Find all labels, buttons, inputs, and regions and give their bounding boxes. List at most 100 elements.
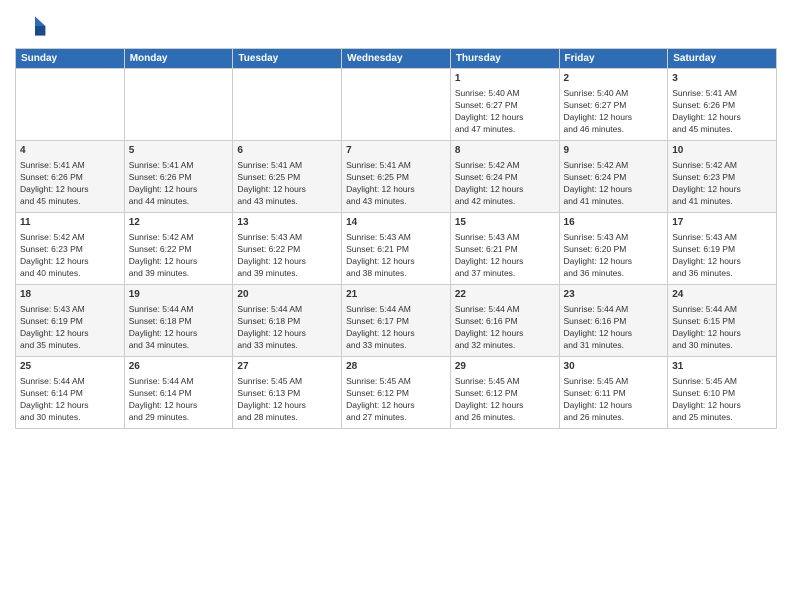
day-number: 22 bbox=[455, 288, 555, 302]
day-info: Sunrise: 5:43 AM Sunset: 6:22 PM Dayligh… bbox=[237, 232, 337, 280]
day-cell: 31 Sunrise: 5:45 AM Sunset: 6:10 PM Dayli… bbox=[668, 357, 777, 429]
day-number: 19 bbox=[129, 288, 229, 302]
day-info: Sunrise: 5:43 AM Sunset: 6:21 PM Dayligh… bbox=[455, 232, 555, 280]
day-info: Sunrise: 5:45 AM Sunset: 6:13 PM Dayligh… bbox=[237, 376, 337, 424]
day-cell: 28 Sunrise: 5:45 AM Sunset: 6:12 PM Dayli… bbox=[342, 357, 451, 429]
day-cell: 24 Sunrise: 5:44 AM Sunset: 6:15 PM Dayli… bbox=[668, 285, 777, 357]
day-cell: 4 Sunrise: 5:41 AM Sunset: 6:26 PM Daylig… bbox=[16, 141, 125, 213]
day-cell: 11Sunrise: 5:42 AM Sunset: 6:23 PM Dayli… bbox=[16, 213, 125, 285]
day-cell: 17 Sunrise: 5:43 AM Sunset: 6:19 PM Dayli… bbox=[668, 213, 777, 285]
day-header-sunday: Sunday bbox=[16, 49, 125, 69]
day-number: 14 bbox=[346, 216, 446, 230]
day-cell: 12 Sunrise: 5:42 AM Sunset: 6:22 PM Dayli… bbox=[124, 213, 233, 285]
week-row-4: 18Sunrise: 5:43 AM Sunset: 6:19 PM Dayli… bbox=[16, 285, 777, 357]
day-cell: 23Sunrise: 5:44 AM Sunset: 6:16 PM Dayli… bbox=[559, 285, 668, 357]
logo bbox=[15, 10, 51, 42]
day-info: Sunrise: 5:42 AM Sunset: 6:22 PM Dayligh… bbox=[129, 232, 229, 280]
page: SundayMondayTuesdayWednesdayThursdayFrid… bbox=[0, 0, 792, 612]
day-number: 10 bbox=[672, 144, 772, 158]
day-header-friday: Friday bbox=[559, 49, 668, 69]
day-info: Sunrise: 5:41 AM Sunset: 6:26 PM Dayligh… bbox=[129, 160, 229, 208]
day-info: Sunrise: 5:44 AM Sunset: 6:14 PM Dayligh… bbox=[20, 376, 120, 424]
day-info: Sunrise: 5:45 AM Sunset: 6:11 PM Dayligh… bbox=[564, 376, 664, 424]
day-number: 28 bbox=[346, 360, 446, 374]
day-cell bbox=[16, 69, 125, 141]
day-cell: 21Sunrise: 5:44 AM Sunset: 6:17 PM Dayli… bbox=[342, 285, 451, 357]
day-number: 29 bbox=[455, 360, 555, 374]
day-cell: 18Sunrise: 5:43 AM Sunset: 6:19 PM Dayli… bbox=[16, 285, 125, 357]
day-info: Sunrise: 5:41 AM Sunset: 6:26 PM Dayligh… bbox=[672, 88, 772, 136]
day-info: Sunrise: 5:43 AM Sunset: 6:21 PM Dayligh… bbox=[346, 232, 446, 280]
day-cell: 19 Sunrise: 5:44 AM Sunset: 6:18 PM Dayli… bbox=[124, 285, 233, 357]
day-header-saturday: Saturday bbox=[668, 49, 777, 69]
day-cell bbox=[233, 69, 342, 141]
day-info: Sunrise: 5:43 AM Sunset: 6:19 PM Dayligh… bbox=[20, 304, 120, 352]
day-header-tuesday: Tuesday bbox=[233, 49, 342, 69]
day-cell: 5 Sunrise: 5:41 AM Sunset: 6:26 PM Daylig… bbox=[124, 141, 233, 213]
day-number: 27 bbox=[237, 360, 337, 374]
day-number: 3 bbox=[672, 72, 772, 86]
week-row-2: 4 Sunrise: 5:41 AM Sunset: 6:26 PM Daylig… bbox=[16, 141, 777, 213]
logo-icon bbox=[15, 10, 47, 42]
day-cell: 6 Sunrise: 5:41 AM Sunset: 6:25 PM Daylig… bbox=[233, 141, 342, 213]
day-number: 11 bbox=[20, 216, 120, 230]
day-cell: 10Sunrise: 5:42 AM Sunset: 6:23 PM Dayli… bbox=[668, 141, 777, 213]
week-row-5: 25 Sunrise: 5:44 AM Sunset: 6:14 PM Dayli… bbox=[16, 357, 777, 429]
day-info: Sunrise: 5:42 AM Sunset: 6:24 PM Dayligh… bbox=[455, 160, 555, 208]
day-number: 26 bbox=[129, 360, 229, 374]
day-number: 24 bbox=[672, 288, 772, 302]
day-info: Sunrise: 5:45 AM Sunset: 6:12 PM Dayligh… bbox=[346, 376, 446, 424]
week-row-1: 1 Sunrise: 5:40 AM Sunset: 6:27 PM Daylig… bbox=[16, 69, 777, 141]
day-info: Sunrise: 5:45 AM Sunset: 6:10 PM Dayligh… bbox=[672, 376, 772, 424]
day-cell: 1 Sunrise: 5:40 AM Sunset: 6:27 PM Daylig… bbox=[450, 69, 559, 141]
day-cell bbox=[124, 69, 233, 141]
day-info: Sunrise: 5:41 AM Sunset: 6:26 PM Dayligh… bbox=[20, 160, 120, 208]
calendar-table: SundayMondayTuesdayWednesdayThursdayFrid… bbox=[15, 48, 777, 429]
day-cell: 15 Sunrise: 5:43 AM Sunset: 6:21 PM Dayli… bbox=[450, 213, 559, 285]
day-number: 17 bbox=[672, 216, 772, 230]
day-header-monday: Monday bbox=[124, 49, 233, 69]
day-number: 31 bbox=[672, 360, 772, 374]
day-info: Sunrise: 5:44 AM Sunset: 6:17 PM Dayligh… bbox=[346, 304, 446, 352]
day-number: 12 bbox=[129, 216, 229, 230]
day-number: 2 bbox=[564, 72, 664, 86]
day-info: Sunrise: 5:41 AM Sunset: 6:25 PM Dayligh… bbox=[237, 160, 337, 208]
header bbox=[15, 10, 777, 42]
day-cell: 7Sunrise: 5:41 AM Sunset: 6:25 PM Daylig… bbox=[342, 141, 451, 213]
day-number: 9 bbox=[564, 144, 664, 158]
day-cell: 8 Sunrise: 5:42 AM Sunset: 6:24 PM Daylig… bbox=[450, 141, 559, 213]
day-cell: 27 Sunrise: 5:45 AM Sunset: 6:13 PM Dayli… bbox=[233, 357, 342, 429]
day-info: Sunrise: 5:44 AM Sunset: 6:18 PM Dayligh… bbox=[129, 304, 229, 352]
day-info: Sunrise: 5:44 AM Sunset: 6:18 PM Dayligh… bbox=[237, 304, 337, 352]
day-cell bbox=[342, 69, 451, 141]
day-cell: 26 Sunrise: 5:44 AM Sunset: 6:14 PM Dayli… bbox=[124, 357, 233, 429]
day-cell: 13 Sunrise: 5:43 AM Sunset: 6:22 PM Dayli… bbox=[233, 213, 342, 285]
day-number: 5 bbox=[129, 144, 229, 158]
day-cell: 22 Sunrise: 5:44 AM Sunset: 6:16 PM Dayli… bbox=[450, 285, 559, 357]
day-header-thursday: Thursday bbox=[450, 49, 559, 69]
day-info: Sunrise: 5:43 AM Sunset: 6:20 PM Dayligh… bbox=[564, 232, 664, 280]
day-number: 7 bbox=[346, 144, 446, 158]
day-number: 15 bbox=[455, 216, 555, 230]
day-cell: 20Sunrise: 5:44 AM Sunset: 6:18 PM Dayli… bbox=[233, 285, 342, 357]
day-cell: 29Sunrise: 5:45 AM Sunset: 6:12 PM Dayli… bbox=[450, 357, 559, 429]
day-info: Sunrise: 5:40 AM Sunset: 6:27 PM Dayligh… bbox=[564, 88, 664, 136]
day-number: 13 bbox=[237, 216, 337, 230]
day-number: 6 bbox=[237, 144, 337, 158]
day-number: 25 bbox=[20, 360, 120, 374]
day-info: Sunrise: 5:42 AM Sunset: 6:24 PM Dayligh… bbox=[564, 160, 664, 208]
day-number: 16 bbox=[564, 216, 664, 230]
day-info: Sunrise: 5:44 AM Sunset: 6:16 PM Dayligh… bbox=[455, 304, 555, 352]
day-number: 30 bbox=[564, 360, 664, 374]
day-info: Sunrise: 5:44 AM Sunset: 6:15 PM Dayligh… bbox=[672, 304, 772, 352]
day-info: Sunrise: 5:43 AM Sunset: 6:19 PM Dayligh… bbox=[672, 232, 772, 280]
day-info: Sunrise: 5:44 AM Sunset: 6:14 PM Dayligh… bbox=[129, 376, 229, 424]
day-number: 8 bbox=[455, 144, 555, 158]
day-cell: 3 Sunrise: 5:41 AM Sunset: 6:26 PM Daylig… bbox=[668, 69, 777, 141]
day-cell: 16 Sunrise: 5:43 AM Sunset: 6:20 PM Dayli… bbox=[559, 213, 668, 285]
day-cell: 9 Sunrise: 5:42 AM Sunset: 6:24 PM Daylig… bbox=[559, 141, 668, 213]
day-cell: 25 Sunrise: 5:44 AM Sunset: 6:14 PM Dayli… bbox=[16, 357, 125, 429]
day-info: Sunrise: 5:40 AM Sunset: 6:27 PM Dayligh… bbox=[455, 88, 555, 136]
day-number: 1 bbox=[455, 72, 555, 86]
day-number: 4 bbox=[20, 144, 120, 158]
